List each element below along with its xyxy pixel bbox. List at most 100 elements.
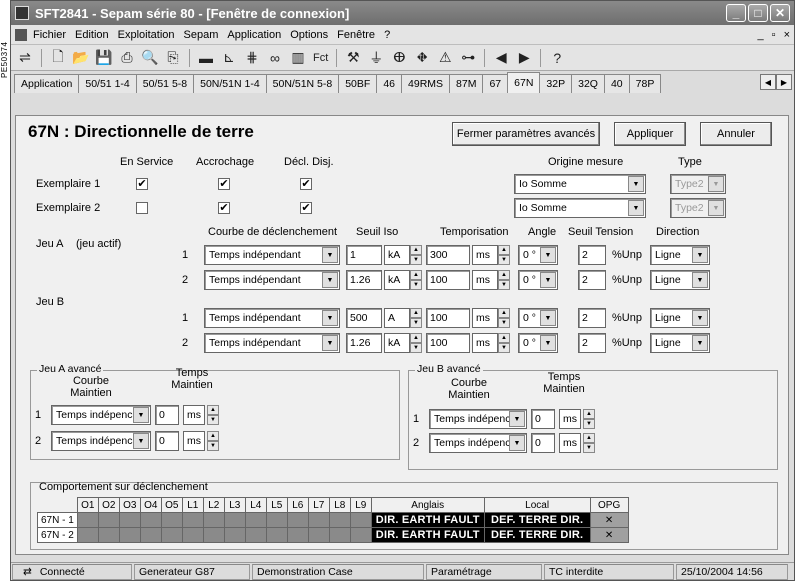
jeu-b-2-curve-select[interactable]: Temps indépendant ▼ — [204, 333, 340, 353]
breaker-icon[interactable]: ⊶ — [458, 48, 478, 68]
menu-fichier[interactable]: Fichier — [33, 29, 66, 41]
connect-icon[interactable]: ⇌ — [15, 48, 35, 68]
display-icon[interactable]: ▬ — [196, 48, 216, 68]
matrix-cell[interactable] — [202, 527, 225, 543]
chart-icon[interactable]: ⊾ — [219, 48, 239, 68]
matrix-cell[interactable] — [307, 512, 330, 528]
tab-78p[interactable]: 78P — [628, 74, 662, 93]
menu-help[interactable]: ? — [384, 29, 390, 41]
tab-67[interactable]: 67 — [482, 74, 509, 93]
adv-b-2-time-unit[interactable]: ms — [559, 433, 581, 453]
jeu-b-1-delay-input[interactable]: 100 — [426, 308, 470, 328]
jeu-b-2-delay-spinner[interactable]: ▲ ▼ — [498, 333, 510, 353]
help-icon[interactable]: ? — [547, 48, 567, 68]
matrix-cell[interactable] — [202, 512, 225, 528]
tab-49rms[interactable]: 49RMS — [401, 74, 451, 93]
jeu-a-1-delay-spinner[interactable]: ▲ ▼ — [498, 245, 510, 265]
jeu-a-2-delay-spinner[interactable]: ▲ ▼ — [498, 270, 510, 290]
jeu-b-1-delay-unit[interactable]: ms — [472, 308, 498, 328]
matrix-cell[interactable] — [160, 527, 183, 543]
jeu-a-2-delay-unit[interactable]: ms — [472, 270, 498, 290]
adv-a-2-time-spinner[interactable]: ▲ ▼ — [207, 431, 219, 451]
adv-b-1-time-spinner[interactable]: ▲ ▼ — [583, 409, 595, 429]
save-icon[interactable]: 💾 — [94, 48, 114, 68]
tab-67n[interactable]: 67N — [507, 72, 541, 93]
tab-50bf[interactable]: 50BF — [338, 74, 378, 93]
adv-b-2-time-spinner[interactable]: ▲ ▼ — [583, 433, 595, 453]
mdi-restore-button[interactable]: ▫ — [772, 29, 776, 41]
open-folder-icon[interactable]: 📂 — [71, 48, 91, 68]
jeu-b-1-direction-select[interactable]: Ligne ▼ — [650, 308, 710, 328]
matrix-cell[interactable] — [76, 512, 99, 528]
matrix-cell[interactable] — [349, 512, 372, 528]
adv-a-2-time-input[interactable]: 0 — [155, 431, 179, 451]
adv-b-2-time-input[interactable]: 0 — [531, 433, 555, 453]
matrix-cell[interactable] — [97, 527, 120, 543]
tab-scroll-right-icon[interactable]: ▶ — [776, 74, 792, 90]
tab-50n-51n-1-4[interactable]: 50N/51N 1-4 — [193, 74, 267, 93]
opg-cell[interactable]: ✕ — [589, 527, 629, 543]
matrix-cell[interactable] — [265, 512, 288, 528]
print-preview-icon[interactable]: 🔍 — [140, 48, 160, 68]
jeu-b-1-voltage-input[interactable]: 2 — [578, 308, 606, 328]
jeu-a-1-angle-select[interactable]: 0 ° ▼ — [518, 245, 558, 265]
jeu-b-2-direction-select[interactable]: Ligne ▼ — [650, 333, 710, 353]
jeu-a-1-direction-select[interactable]: Ligne ▼ — [650, 245, 710, 265]
instance-2-origin-select[interactable]: Io Somme ▼ — [514, 198, 646, 218]
matrix-cell[interactable] — [97, 512, 120, 528]
menu-application[interactable]: Application — [227, 29, 281, 41]
tab-32p[interactable]: 32P — [539, 74, 573, 93]
jeu-a-2-curve-select[interactable]: Temps indépendant ▼ — [204, 270, 340, 290]
adv-a-1-time-input[interactable]: 0 — [155, 405, 179, 425]
adv-a-1-time-spinner[interactable]: ▲ ▼ — [207, 405, 219, 425]
menu-exploitation[interactable]: Exploitation — [118, 29, 175, 41]
jeu-b-1-threshold-spinner[interactable]: ▲ ▼ — [410, 308, 422, 328]
wiring-icon[interactable]: ⋕ — [242, 48, 262, 68]
tab-50n-51n-5-8[interactable]: 50N/51N 5-8 — [265, 74, 340, 93]
matrix-cell[interactable] — [286, 527, 309, 543]
jeu-a-2-angle-select[interactable]: 0 ° ▼ — [518, 270, 558, 290]
menu-fenetre[interactable]: Fenêtre — [337, 29, 375, 41]
matrix-cell[interactable] — [181, 512, 204, 528]
apply-button[interactable]: Appliquer — [614, 122, 686, 146]
jeu-a-2-voltage-input[interactable]: 2 — [578, 270, 606, 290]
jeu-b-1-threshold-input[interactable]: 500 — [346, 308, 382, 328]
matrix-cell[interactable] — [76, 527, 99, 543]
jeu-b-1-threshold-unit[interactable]: A — [384, 308, 410, 328]
receive-icon[interactable]: ▶ — [514, 48, 534, 68]
matrix-cell[interactable] — [328, 527, 351, 543]
local-message[interactable]: DEF. TERRE DIR. — [483, 527, 591, 543]
jeu-a-1-threshold-spinner[interactable]: ▲ ▼ — [410, 245, 422, 265]
tab-50-51-5-8[interactable]: 50/51 5-8 — [135, 74, 195, 93]
matrix-cell[interactable] — [223, 512, 246, 528]
jeu-b-2-delay-unit[interactable]: ms — [472, 333, 498, 353]
alarm-icon[interactable]: ⚠ — [435, 48, 455, 68]
opg-cell[interactable]: ✕ — [589, 512, 629, 528]
jeu-b-1-curve-select[interactable]: Temps indépendant ▼ — [204, 308, 340, 328]
minimize-button[interactable]: _ — [726, 4, 746, 22]
tab-scroll-left-icon[interactable]: ◀ — [760, 74, 776, 90]
matrix-cell[interactable] — [265, 527, 288, 543]
menu-options[interactable]: Options — [290, 29, 328, 41]
jeu-a-2-direction-select[interactable]: Ligne ▼ — [650, 270, 710, 290]
tab-87m[interactable]: 87M — [449, 74, 484, 93]
jeu-a-1-curve-select[interactable]: Temps indépendant ▼ — [204, 245, 340, 265]
matrix-cell[interactable] — [160, 512, 183, 528]
adv-b-1-time-input[interactable]: 0 — [531, 409, 555, 429]
module-icon[interactable]: ▥ — [288, 48, 308, 68]
matrix-cell[interactable] — [223, 527, 246, 543]
circuit-icon[interactable]: ⛖ — [412, 48, 432, 68]
matrix-cell[interactable] — [286, 512, 309, 528]
local-message[interactable]: DEF. TERRE DIR. — [483, 512, 591, 528]
adv-a-2-curve-select[interactable]: Temps indépenc ▼ — [51, 431, 151, 451]
mdi-close-button[interactable]: × — [784, 29, 790, 41]
matrix-cell[interactable] — [139, 527, 162, 543]
maximize-button[interactable]: □ — [748, 4, 768, 22]
jeu-b-2-threshold-input[interactable]: 1.26 — [346, 333, 382, 353]
jeu-b-1-delay-spinner[interactable]: ▲ ▼ — [498, 308, 510, 328]
menu-edition[interactable]: Edition — [75, 29, 109, 41]
jeu-a-1-delay-input[interactable]: 300 — [426, 245, 470, 265]
adv-b-1-curve-select[interactable]: Temps indépenc ▼ — [429, 409, 527, 429]
jeu-b-2-threshold-unit[interactable]: kA — [384, 333, 410, 353]
matrix-cell[interactable] — [244, 527, 267, 543]
